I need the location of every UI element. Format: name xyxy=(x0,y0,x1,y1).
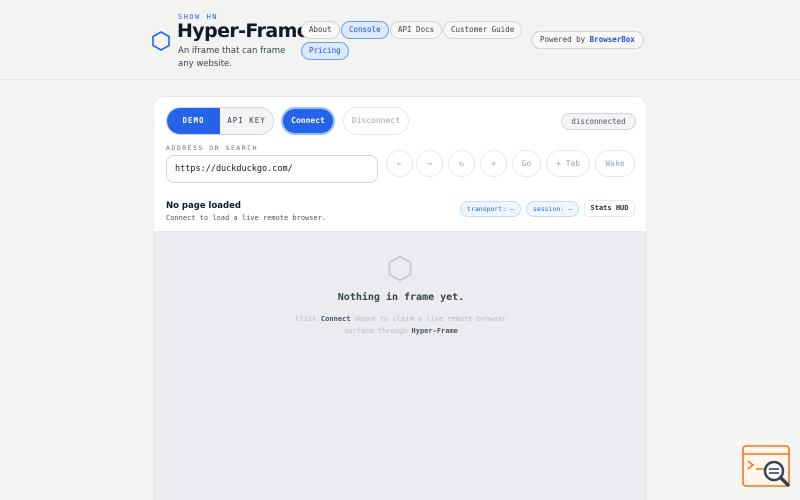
powered-by-badge[interactable]: Powered by BrowserBox xyxy=(531,31,644,49)
session-chip: session: — xyxy=(526,201,580,217)
mode-demo-button[interactable]: DEMO xyxy=(167,108,220,134)
brand-title[interactable]: Hyper-Frame xyxy=(177,20,310,42)
transport-chip: transport: — xyxy=(460,201,521,217)
nav-console[interactable]: Console xyxy=(341,21,389,39)
empty-state-title: Nothing in frame yet. xyxy=(337,292,465,303)
address-label: ADDRESS OR SEARCH xyxy=(166,144,259,152)
site-header: SHOW HN Hyper-Frame An iframe that can f… xyxy=(0,0,800,80)
nav-pricing[interactable]: Pricing xyxy=(301,42,349,60)
reload-button[interactable]: ↻ xyxy=(448,150,475,177)
connect-button[interactable]: Connect xyxy=(281,107,335,135)
page-status-title: No page loaded xyxy=(166,201,241,211)
powered-by-prefix: Powered by xyxy=(540,35,590,44)
wake-button[interactable]: Wake xyxy=(595,150,635,177)
new-tab-button[interactable]: + Tab xyxy=(546,150,590,177)
empty-text-connect: Connect xyxy=(320,315,351,323)
nav-api-docs[interactable]: API Docs xyxy=(390,21,443,39)
console-panel: DEMO API KEY Connect Disconnect disconne… xyxy=(153,96,647,500)
hexagon-logo-icon[interactable] xyxy=(152,31,170,51)
connection-status-badge: disconnected xyxy=(561,113,636,130)
back-button[interactable]: ← xyxy=(386,150,413,177)
mode-api-key-button[interactable]: API KEY xyxy=(220,108,273,134)
brand-subtitle: An iframe that can frame any website. xyxy=(178,46,286,69)
forward-button[interactable]: → xyxy=(416,150,443,177)
hexagon-placeholder-icon xyxy=(388,255,412,282)
search-assistant-icon[interactable] xyxy=(742,445,792,491)
mode-toggle: DEMO API KEY xyxy=(166,107,274,135)
disconnect-button[interactable]: Disconnect xyxy=(343,107,409,135)
stats-hud-button[interactable]: Stats HUD xyxy=(584,200,635,217)
empty-text-brand: Hyper-Frame xyxy=(411,327,458,335)
go-button[interactable]: Go xyxy=(512,150,541,177)
nav-customer-guide[interactable]: Customer Guide xyxy=(443,21,523,39)
powered-by-brand: BrowserBox xyxy=(589,35,635,44)
empty-state-text: Click Connect above to claim a live remo… xyxy=(286,313,516,337)
page-status-subtitle: Connect to load a live remote browser. xyxy=(166,214,327,222)
address-input[interactable] xyxy=(166,155,378,183)
empty-text-part-1: Click xyxy=(295,315,321,323)
stop-button[interactable]: × xyxy=(480,150,507,177)
nav-about[interactable]: About xyxy=(301,21,340,39)
